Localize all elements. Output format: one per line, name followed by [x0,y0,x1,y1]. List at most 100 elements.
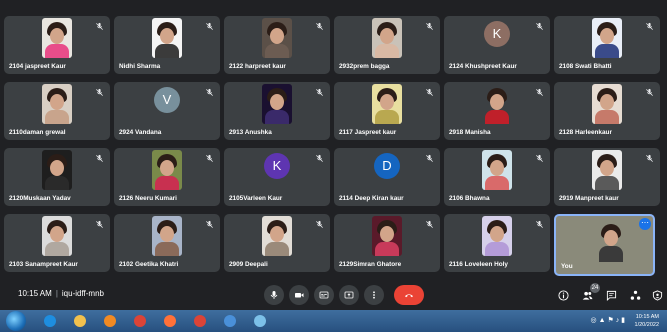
participant-tile[interactable]: K 2124 Khushpreet Kaur [444,16,550,74]
person-body [45,110,69,124]
participant-tile[interactable]: 2120Muskaan Yadav [4,148,110,206]
person-skin [50,28,64,44]
firefox-icon[interactable] [158,312,182,330]
chrome-icon[interactable] [128,312,152,330]
help-icon[interactable]: ◎ [591,317,597,324]
participant-tile[interactable]: K 2105Varleen Kaur [224,148,330,206]
chat-icon [606,290,616,301]
participant-name: Nidhi Sharma [119,63,161,70]
person-skin [160,226,174,242]
participant-tile[interactable]: 2913 Anushka [224,82,330,140]
participant-tile[interactable]: 2919 Manpreet kaur [554,148,660,206]
meeting-details-button[interactable] [556,288,570,302]
person-skin [600,28,614,44]
participant-name: 2108 Swati Bhatti [559,63,612,70]
self-video-tile[interactable]: ⋯ You [554,214,655,276]
participant-avatar: K [264,153,290,179]
participant-name: 2918 Manisha [449,129,491,136]
participant-name: 2120Muskaan Yadav [9,195,71,202]
person-skin [270,226,284,242]
meeting-time: 10:15 AM [18,289,52,298]
activities-button[interactable] [628,288,642,302]
mic-muted-icon [426,22,433,30]
participant-tile[interactable]: 2106 Bhawna [444,148,550,206]
participant-name: 2909 Deepali [229,261,268,268]
participant-tile[interactable]: 2102 Geetika Khatri [114,214,220,272]
participant-tile[interactable]: 2116 Loveleen Holy [444,214,550,272]
mic-muted-icon [536,154,543,162]
mic-muted-icon [96,88,103,96]
window-app-icon[interactable] [218,312,242,330]
participant-tile[interactable]: 2909 Deepali [224,214,330,272]
more-options-button[interactable] [364,285,384,305]
participant-tile[interactable]: 2932prem bagga [334,16,440,74]
self-more-options-icon[interactable]: ⋯ [639,218,651,230]
participant-tile[interactable]: V 2924 Vandana [114,82,220,140]
participant-name: 2103 Sanampreet Kaur [9,261,78,268]
captions-button[interactable] [314,285,334,305]
media-player-icon-glyph [104,315,116,327]
camera-icon [295,293,304,298]
participant-tile[interactable]: 2918 Manisha [444,82,550,140]
participant-video [592,84,622,124]
meeting-separator: | [55,289,58,298]
participant-avatar: K [484,21,510,47]
system-tray[interactable]: ◎ ▲ ⚑ ♪ ▮ [591,316,626,324]
window-app-icon-glyph [224,315,236,327]
person-skin [50,226,64,242]
start-button[interactable] [6,311,26,331]
media-player-icon[interactable] [98,312,122,330]
participant-name: 2913 Anushka [229,129,272,136]
participant-tile[interactable]: 2110daman grewal [4,82,110,140]
present-button[interactable] [339,285,359,305]
person-body [45,176,69,190]
participant-name: 2105Varleen Kaur [229,195,283,202]
participant-tile[interactable]: 2129Simran Ghatore [334,214,440,272]
host-controls-button[interactable] [650,288,664,302]
participant-video [262,18,292,58]
participant-tile[interactable]: 2122 harpreet kaur [224,16,330,74]
mic-muted-icon [426,220,433,228]
chrome-icon-2[interactable] [188,312,212,330]
person-body [485,110,509,124]
camera-button[interactable] [289,285,309,305]
person-body [45,44,69,58]
chat-button[interactable] [604,288,618,302]
person-body [45,242,69,256]
volume-icon[interactable]: ♪ [616,317,620,324]
taskbar-clock[interactable]: 10:15 AM 1/20/2022 [635,313,659,329]
participant-name: 2924 Vandana [119,129,162,136]
person-body [375,110,399,124]
people-count-badge: 24 [590,283,600,293]
participant-video [42,216,72,256]
participant-name: 2110daman grewal [9,129,66,136]
participant-name: 2919 Manpreet kaur [559,195,619,202]
present-icon [344,291,354,299]
participant-video [42,84,72,124]
mic-button[interactable] [264,285,284,305]
end-call-button[interactable] [394,285,424,305]
file-explorer-icon[interactable] [68,312,92,330]
flag-icon[interactable]: ⚑ [607,317,613,324]
internet-explorer-icon[interactable] [38,312,62,330]
participant-tile[interactable]: 2128 Harleenkaur [554,82,660,140]
participant-tile[interactable]: 2103 Sanampreet Kaur [4,214,110,272]
participant-video [152,150,182,190]
participant-grid: 2104 jaspreet Kaur Nidhi Sharma 2122 harpr… [0,0,667,280]
participant-tile[interactable]: 2104 jaspreet Kaur [4,16,110,74]
participant-tile[interactable]: 2108 Swati Bhatti [554,16,660,74]
participant-tile[interactable]: 2117 Jaspreet kaur [334,82,440,140]
person-skin [490,226,504,242]
network-icon[interactable]: ▮ [621,317,625,324]
participant-tile[interactable]: Nidhi Sharma [114,16,220,74]
person-body [375,242,399,256]
paint-app-icon[interactable] [248,312,272,330]
mic-muted-icon [316,154,323,162]
participant-tile[interactable]: D 2114 Deep Kiran kaur [334,148,440,206]
mic-muted-icon [96,22,103,30]
participant-tile[interactable]: 2126 Neeru Kumari [114,148,220,206]
people-button[interactable]: 24 [580,283,600,302]
person-skin [490,160,504,176]
tray-chevron-icon[interactable]: ▲ [599,317,606,324]
mic-muted-icon [646,22,653,30]
